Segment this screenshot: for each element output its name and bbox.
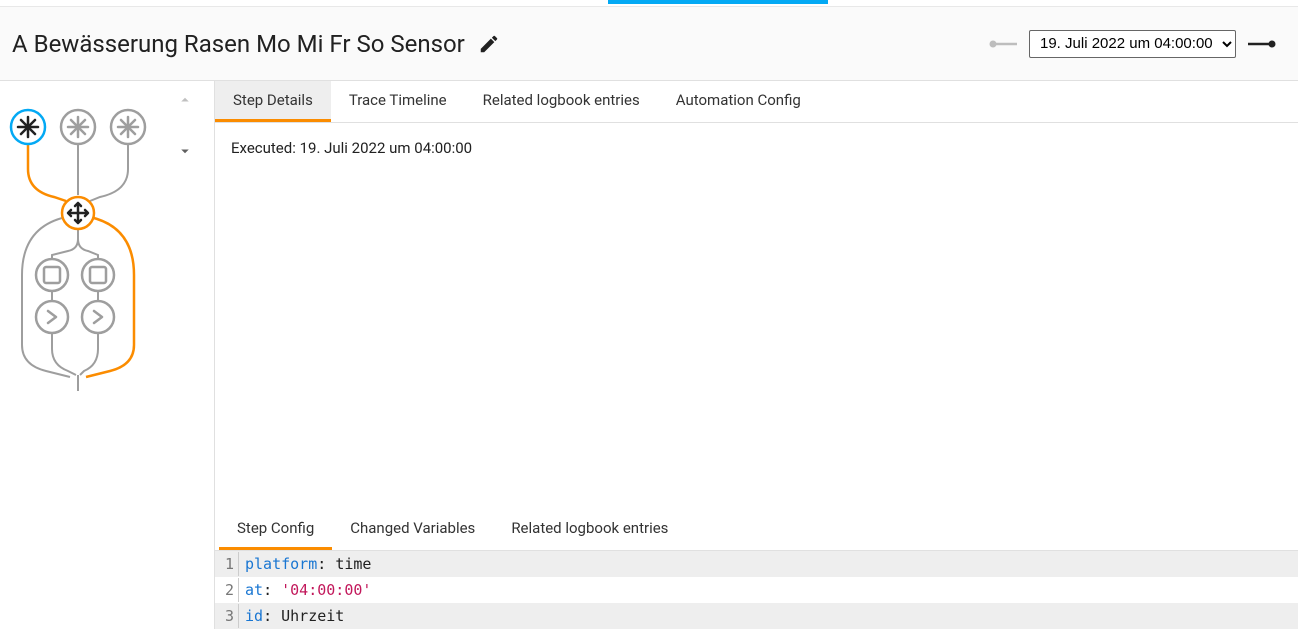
graph-node-trigger-1[interactable]: [11, 110, 45, 144]
active-top-tab-indicator: [608, 0, 828, 4]
yaml-key: platform: [245, 555, 317, 573]
page-title: A Bewässerung Rasen Mo Mi Fr So Sensor: [12, 30, 465, 58]
code-line: 2 at: '04:00:00': [215, 577, 1298, 603]
upper-tabs: Step Details Trace Timeline Related logb…: [215, 81, 1298, 123]
subtab-step-config[interactable]: Step Config: [219, 509, 332, 550]
trace-graph[interactable]: [0, 99, 160, 399]
line-number: 2: [219, 578, 239, 602]
details-panel: Step Details Trace Timeline Related logb…: [215, 81, 1298, 629]
yaml-value: '04:00:00': [281, 581, 371, 599]
line-number: 1: [219, 552, 239, 576]
next-run-icon[interactable]: [1244, 34, 1278, 54]
code-line: 3 id: Uhrzeit: [215, 603, 1298, 629]
executed-time: 19. Juli 2022 um 04:00:00: [300, 139, 473, 157]
tab-step-details[interactable]: Step Details: [215, 81, 331, 122]
graph-node-trigger-3[interactable]: [111, 110, 145, 144]
executed-label: Executed:: [231, 139, 300, 157]
run-select[interactable]: 19. Juli 2022 um 04:00:00: [1029, 30, 1236, 58]
tab-automation-config[interactable]: Automation Config: [658, 81, 819, 122]
graph-node-trigger-2[interactable]: [61, 110, 95, 144]
step-config-code: 1 platform: time 2 at: '04:00:00' 3 id: …: [215, 551, 1298, 629]
graph-node-choose[interactable]: [62, 197, 94, 229]
yaml-key: id: [245, 607, 263, 625]
line-number: 3: [219, 604, 239, 628]
graph-down-icon[interactable]: [176, 142, 194, 163]
graph-node-option-2[interactable]: [82, 259, 114, 291]
header-bar: A Bewässerung Rasen Mo Mi Fr So Sensor 1…: [0, 7, 1298, 81]
prev-run-icon: [987, 34, 1021, 54]
lower-tabs: Step Config Changed Variables Related lo…: [215, 509, 1298, 551]
edit-icon[interactable]: [475, 30, 503, 58]
subtab-changed-variables[interactable]: Changed Variables: [332, 509, 493, 550]
yaml-value: time: [335, 555, 371, 573]
step-details-content: Executed: 19. Juli 2022 um 04:00:00: [215, 123, 1298, 509]
code-line: 1 platform: time: [215, 551, 1298, 577]
tab-trace-timeline[interactable]: Trace Timeline: [331, 81, 465, 122]
graph-node-seq-1[interactable]: [36, 301, 68, 333]
graph-node-seq-2[interactable]: [82, 301, 114, 333]
graph-node-option-1[interactable]: [36, 259, 68, 291]
tab-related-logbook[interactable]: Related logbook entries: [465, 81, 658, 122]
yaml-value: Uhrzeit: [281, 607, 344, 625]
subtab-related-logbook[interactable]: Related logbook entries: [493, 509, 686, 550]
graph-up-icon: [176, 91, 194, 112]
trace-graph-panel: [0, 81, 215, 629]
top-stripe: [0, 0, 1298, 7]
yaml-key: at: [245, 581, 263, 599]
